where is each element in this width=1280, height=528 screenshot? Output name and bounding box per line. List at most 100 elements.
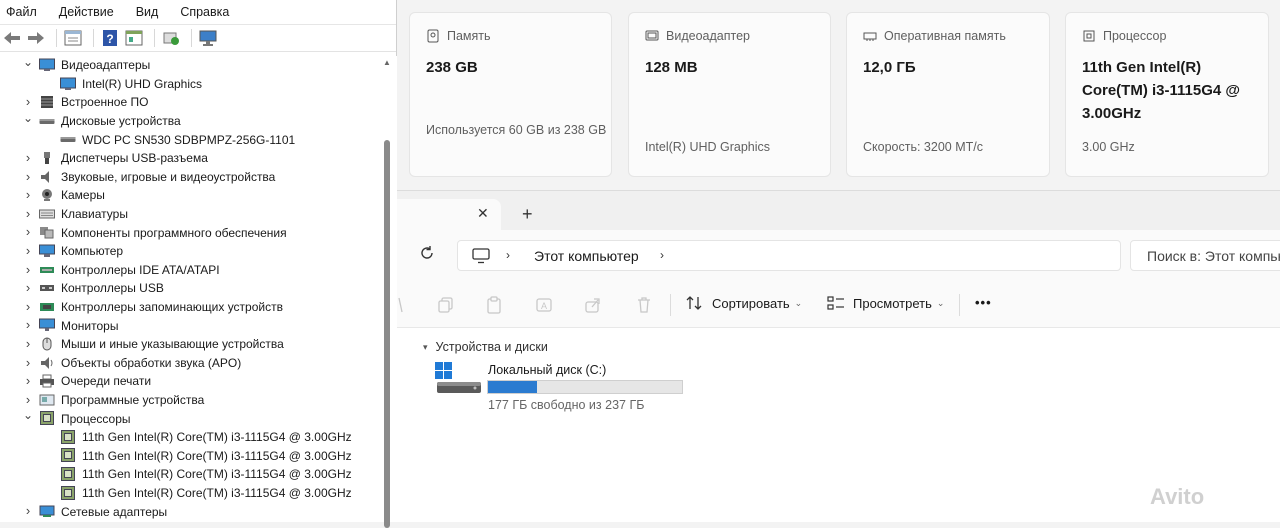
device-category[interactable]: › Сетевые адаптеры: [0, 502, 378, 521]
device-category[interactable]: ⌄ Процессоры: [0, 408, 378, 428]
device-item[interactable]: 11th Gen Intel(R) Core(TM) i3-1115G4 @ 3…: [0, 428, 378, 447]
menu-help[interactable]: Справка: [180, 5, 229, 19]
device-label: Камеры: [61, 188, 105, 203]
device-label: Компоненты программного обеспечения: [61, 225, 287, 240]
device-item[interactable]: 11th Gen Intel(R) Core(TM) i3-1115G4 @ 3…: [0, 446, 378, 465]
local-disk-c[interactable]: [435, 362, 483, 405]
device-item[interactable]: Intel(R) UHD Graphics: [0, 75, 378, 94]
toolbar-separator: [191, 29, 192, 47]
device-category[interactable]: › Программные устройства: [0, 391, 378, 410]
menu-view[interactable]: Вид: [136, 5, 159, 19]
chevron-right-icon[interactable]: ›: [22, 187, 34, 202]
breadcrumb-chevron-icon[interactable]: ›: [660, 248, 664, 262]
device-category[interactable]: › Камеры: [0, 186, 378, 205]
chevron-right-icon[interactable]: ›: [22, 336, 34, 351]
gpu-value: 128 MB: [645, 59, 698, 76]
help-icon[interactable]: ?: [100, 28, 120, 48]
new-tab-icon[interactable]: +: [522, 204, 533, 225]
toolbar: ?: [0, 24, 396, 52]
address-row: › Этот компьютер › Поиск в: Этот компьют…: [397, 230, 1280, 282]
chevron-right-icon[interactable]: ›: [22, 280, 34, 295]
device-item[interactable]: 11th Gen Intel(R) Core(TM) i3-1115G4 @ 3…: [0, 484, 378, 503]
device-category[interactable]: › Встроенное ПО: [0, 93, 378, 112]
menu-action[interactable]: Действие: [59, 5, 114, 19]
device-label: Дисковые устройства: [61, 114, 181, 129]
sort-button[interactable]: Сортировать ⌄: [686, 295, 802, 311]
chevron-right-icon[interactable]: ›: [22, 150, 34, 165]
device-category[interactable]: › Контроллеры USB: [0, 279, 378, 298]
chevron-right-icon[interactable]: ›: [22, 243, 34, 258]
device-category[interactable]: › Очереди печати: [0, 372, 378, 391]
properties-icon[interactable]: [124, 28, 144, 48]
chevron-right-icon[interactable]: ›: [22, 355, 34, 370]
scan-hardware-icon[interactable]: [198, 28, 218, 48]
close-tab-icon[interactable]: ✕: [477, 205, 489, 222]
storage-value: 238 GB: [426, 59, 478, 76]
chevron-down-icon[interactable]: ⌄: [22, 111, 34, 125]
cpu-title: Процессор: [1103, 29, 1167, 43]
specs-panel: Память 238 GB Используется 60 GB из 238 …: [397, 0, 1280, 190]
share-icon[interactable]: [584, 296, 602, 314]
cut-icon[interactable]: [397, 296, 415, 314]
device-category[interactable]: › Компоненты программного обеспечения: [0, 223, 378, 242]
properties-view-icon[interactable]: [63, 28, 83, 48]
device-category[interactable]: › Объекты обработки звука (APO): [0, 354, 378, 373]
drive-free-space: 177 ГБ свободно из 237 ГБ: [488, 398, 645, 412]
device-category[interactable]: › Звуковые, игровые и видеоустройства: [0, 168, 378, 187]
forward-arrow-icon[interactable]: [26, 28, 46, 48]
device-category[interactable]: › Компьютер: [0, 242, 378, 261]
more-options-icon[interactable]: •••: [975, 295, 992, 310]
device-category[interactable]: › Мониторы: [0, 316, 378, 335]
chevron-down-icon[interactable]: ⌄: [22, 408, 34, 422]
device-tree: ⌄ Видеоадаптеры Intel(R) UHD Graphics › Встр…: [0, 56, 378, 522]
breadcrumb-this-pc[interactable]: Этот компьютер: [534, 248, 639, 264]
scroll-up-arrow-icon[interactable]: ▲: [383, 58, 391, 67]
delete-icon[interactable]: [635, 296, 653, 314]
scroll-thumb[interactable]: [384, 140, 390, 528]
chevron-right-icon[interactable]: ›: [22, 206, 34, 221]
cpu-frequency: 3.00 GHz: [1082, 140, 1135, 154]
chevron-right-icon[interactable]: ›: [22, 317, 34, 332]
tab-this-pc[interactable]: ✕: [397, 199, 501, 231]
view-button[interactable]: Просмотреть ⌄: [827, 295, 944, 311]
device-item[interactable]: WDC PC SN530 SDBPMPZ-256G-1101: [0, 130, 378, 149]
menu-file[interactable]: Файл: [6, 5, 37, 19]
chevron-right-icon[interactable]: ›: [22, 224, 34, 239]
breadcrumb-chevron-icon[interactable]: ›: [506, 248, 510, 262]
chevron-right-icon[interactable]: ›: [22, 392, 34, 407]
drive-name[interactable]: Локальный диск (C:): [488, 363, 606, 377]
back-arrow-icon[interactable]: [2, 28, 22, 48]
firmware-icon: [39, 95, 55, 109]
devices-group-header[interactable]: ▾ Устройства и диски: [423, 340, 548, 354]
device-category[interactable]: › Мыши и иные указывающие устройства: [0, 335, 378, 354]
device-category[interactable]: › Клавиатуры: [0, 205, 378, 224]
tree-scrollbar[interactable]: ▲: [378, 56, 397, 528]
rename-icon[interactable]: A: [535, 296, 553, 314]
address-bar[interactable]: › Этот компьютер ›: [457, 240, 1121, 271]
refresh-icon[interactable]: [419, 245, 435, 266]
paste-icon[interactable]: [485, 296, 503, 314]
chevron-right-icon[interactable]: ›: [22, 299, 34, 314]
disk-drive-icon: [60, 132, 76, 146]
chevron-right-icon[interactable]: ›: [22, 373, 34, 388]
storage-usage: Используется 60 GB из 238 GB: [426, 123, 607, 137]
device-category[interactable]: › Диспетчеры USB-разъема: [0, 149, 378, 168]
device-label: 11th Gen Intel(R) Core(TM) i3-1115G4 @ 3…: [82, 485, 352, 500]
copy-icon[interactable]: [437, 296, 455, 314]
chevron-right-icon[interactable]: ›: [22, 503, 34, 518]
device-category[interactable]: ⌄ Дисковые устройства: [0, 111, 378, 131]
device-label: Программные устройства: [61, 392, 205, 407]
chevron-down-icon[interactable]: ⌄: [22, 56, 34, 69]
chevron-right-icon[interactable]: ›: [22, 94, 34, 109]
device-category[interactable]: ⌄ Видеоадаптеры: [0, 56, 378, 75]
disk-drive-icon: [39, 114, 55, 128]
device-item[interactable]: 11th Gen Intel(R) Core(TM) i3-1115G4 @ 3…: [0, 465, 378, 484]
update-driver-icon[interactable]: [161, 28, 181, 48]
device-category[interactable]: › Контроллеры запоминающих устройств: [0, 298, 378, 317]
chevron-right-icon[interactable]: ›: [22, 169, 34, 184]
drive-usage-fill: [488, 381, 538, 393]
search-input[interactable]: Поиск в: Этот компьютер: [1130, 240, 1280, 271]
device-category[interactable]: › Контроллеры IDE ATA/ATAPI: [0, 261, 378, 280]
device-label: Компьютер: [61, 244, 124, 259]
chevron-right-icon[interactable]: ›: [22, 262, 34, 277]
